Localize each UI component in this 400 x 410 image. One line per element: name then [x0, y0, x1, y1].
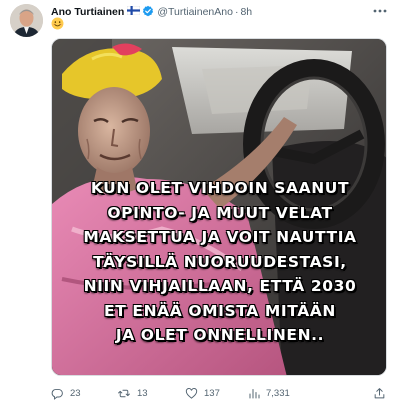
like-icon — [185, 387, 198, 399]
caption-line: NIIN VIHJAILLAAN, ETTÄ 2030 — [83, 277, 357, 295]
caption-line: OPINTO- JA MUUT VELAT — [107, 203, 333, 222]
share-icon — [374, 387, 385, 398]
retweet-button[interactable]: 13 — [117, 384, 148, 402]
tweet[interactable]: Ano Turtiainen @TurtiainenAno · 8h KUN O… — [0, 0, 400, 410]
reply-count: 23 — [70, 387, 81, 399]
more-icon[interactable] — [372, 4, 388, 18]
like-button[interactable]: 137 — [185, 384, 220, 402]
views-count: 7,331 — [266, 387, 290, 399]
views-button[interactable]: 7,331 — [248, 384, 290, 402]
smiling-emoji-icon — [51, 17, 64, 30]
tweet-actions: 23 13 137 7,331 — [51, 384, 387, 402]
separator-dot: · — [234, 6, 239, 18]
like-count: 137 — [204, 387, 220, 399]
verified-badge-icon — [142, 5, 154, 20]
retweet-icon — [118, 389, 130, 397]
views-icon — [249, 388, 260, 398]
caption-line: JA OLET ONNELLINEN.. — [115, 326, 325, 344]
finland-flag-icon — [127, 5, 141, 18]
caption-line: ET ENÄÄ OMISTA MITÄÄN — [104, 301, 336, 320]
retweet-count: 13 — [137, 387, 148, 399]
caption-line: TÄYSILLÄ NUORUUDESTASI, — [93, 252, 347, 271]
avatar[interactable] — [10, 4, 43, 37]
reply-icon — [51, 388, 63, 400]
share-button[interactable] — [373, 384, 392, 402]
tweet-header: Ano Turtiainen @TurtiainenAno · 8h — [51, 4, 252, 20]
meme-caption: KUN OLET VIHDOIN SAANUT OPINTO- JA MUUT … — [52, 176, 386, 348]
caption-line: KUN OLET VIHDOIN SAANUT — [90, 179, 350, 197]
tweet-media-image[interactable]: KUN OLET VIHDOIN SAANUT OPINTO- JA MUUT … — [51, 38, 387, 376]
caption-line: MAKSETTUA JA VOIT NAUTTIA — [83, 228, 357, 246]
reply-button[interactable]: 23 — [51, 384, 81, 402]
author-handle[interactable]: @TurtiainenAno — [157, 6, 233, 18]
tweet-timestamp[interactable]: 8h — [240, 6, 252, 18]
